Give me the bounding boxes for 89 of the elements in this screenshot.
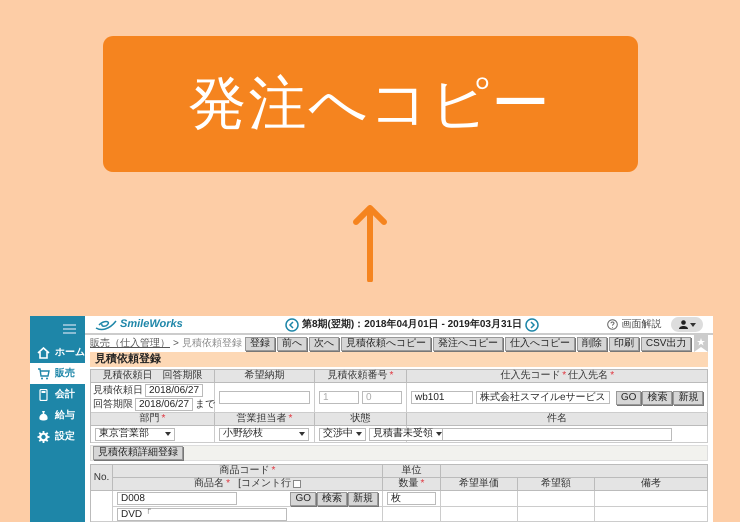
help-link[interactable]: 画面解説	[621, 320, 662, 330]
field-label: まで	[195, 400, 216, 410]
caret-icon	[436, 432, 442, 436]
column-header: 部門	[140, 414, 160, 424]
caret-icon	[299, 432, 305, 436]
required-mark: *	[420, 479, 424, 489]
toolbar-button[interactable]: 削除	[576, 336, 607, 351]
previous-period-icon[interactable]	[285, 318, 299, 332]
name-field[interactable]: 株式会社スマイルeサービス	[476, 391, 610, 404]
calculator-icon	[37, 388, 50, 400]
column-header: 見積依頼日 回答期限	[102, 371, 202, 381]
logo-icon	[95, 318, 117, 331]
arrow-up-icon	[353, 204, 387, 282]
required-mark: *	[226, 479, 230, 489]
detail-register-button[interactable]: 見積依頼詳細登録	[93, 446, 183, 460]
department-select[interactable]: 東京営業部	[95, 428, 175, 440]
logo: SmileWorks	[120, 319, 183, 330]
field-label: 回答期限	[93, 400, 133, 410]
date-field[interactable]: 2018/06/27	[145, 384, 204, 397]
banner-heading: 発注へコピー	[102, 36, 638, 172]
caret-icon	[165, 432, 171, 436]
row-button[interactable]: 検索	[317, 492, 347, 506]
sidebar-item[interactable]: 会計	[30, 384, 85, 405]
sidebar-item[interactable]: ホーム	[30, 342, 85, 363]
toolbar-button[interactable]: 次へ	[308, 336, 339, 351]
column-header: 希望単価	[459, 479, 499, 489]
help-icon	[607, 319, 618, 330]
sidebar-item[interactable]: 給与	[30, 405, 85, 426]
row-button[interactable]: GO	[290, 492, 316, 506]
column-header: 商品名	[194, 479, 224, 489]
field-label: [コメント行	[238, 479, 291, 489]
unit-field[interactable]: 枚	[387, 492, 436, 505]
required-mark: *	[162, 414, 166, 424]
date-field[interactable]: 2018/06/27	[135, 398, 194, 411]
user-icon	[678, 320, 688, 330]
required-mark: *	[390, 371, 394, 381]
date-field[interactable]	[219, 391, 310, 404]
required-mark: *	[288, 414, 292, 424]
name-field[interactable]: DVD「	[117, 508, 287, 521]
code-field[interactable]: D008	[117, 492, 237, 505]
fiscal-period: 第8期(翌期)：2018年04月01日 - 2019年03月31日	[302, 320, 522, 330]
breadcrumb-current: 見積依頼登録	[182, 338, 242, 349]
column-header: 件名	[547, 414, 568, 424]
user-menu-button[interactable]	[671, 317, 704, 332]
column-header: 希望納期	[244, 371, 284, 381]
status-select[interactable]: 交渉中	[319, 428, 366, 440]
form-button[interactable]: 検索	[642, 390, 672, 404]
caret-icon	[356, 432, 362, 436]
page-title: 見積依頼登録	[95, 354, 161, 366]
column-header: No.	[94, 472, 110, 482]
subject-field[interactable]	[442, 428, 672, 440]
column-header: 希望額	[541, 479, 571, 489]
menu-icon[interactable]	[63, 324, 76, 334]
required-mark: *	[562, 371, 566, 381]
required-mark: *	[610, 371, 614, 381]
required-mark: *	[272, 466, 276, 476]
cart-icon	[37, 368, 50, 380]
staff-select[interactable]: 小野紗枝	[219, 428, 309, 440]
column-header: 備考	[641, 479, 662, 489]
toolbar-button[interactable]: 印刷	[608, 336, 639, 351]
caret-icon	[690, 322, 696, 327]
column-header: 営業担当者	[236, 414, 287, 424]
toolbar-button[interactable]: 登録	[244, 336, 275, 351]
sidebar-item[interactable]: 販売	[30, 363, 85, 384]
form-button[interactable]: GO	[616, 390, 642, 404]
toolbar-button[interactable]: 発注へコピー	[432, 336, 503, 351]
field-label: 見積依頼日	[93, 386, 143, 396]
toolbar-button[interactable]: 仕入へコピー	[504, 336, 575, 351]
row-button[interactable]: 新規	[348, 492, 378, 506]
column-header: 仕入先コード	[500, 371, 560, 381]
breadcrumb-link[interactable]: 販売（仕入管理）	[90, 338, 170, 349]
sidebar-item[interactable]: 設定	[30, 426, 85, 447]
code-field[interactable]: wb101	[411, 391, 473, 404]
breadcrumb-separator: >	[173, 338, 179, 349]
column-header: 仕入先名	[568, 371, 608, 381]
money-bag-icon	[37, 410, 50, 422]
home-icon	[37, 346, 50, 358]
toolbar-button[interactable]: 見積依頼へコピー	[340, 336, 431, 351]
form-button[interactable]: 新規	[673, 390, 704, 404]
column-header: 状態	[350, 414, 370, 424]
checkbox[interactable]	[292, 480, 301, 488]
column-header: 単位	[402, 466, 422, 476]
column-header: 見積依頼番号	[328, 371, 388, 381]
next-period-icon[interactable]	[525, 318, 540, 332]
column-header: 数量	[398, 479, 419, 489]
column-header: 商品コード	[220, 466, 270, 476]
settings-icon	[37, 430, 50, 442]
toolbar-button[interactable]: 前へ	[276, 336, 307, 351]
toolbar-button[interactable]: CSV出力	[640, 336, 692, 351]
